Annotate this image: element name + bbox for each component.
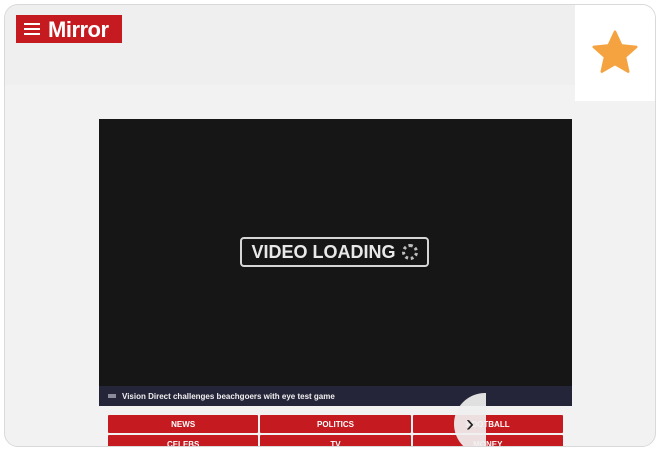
caption-icon [108,394,116,398]
mirror-logo[interactable]: Mirror [16,15,122,43]
nav-item-football[interactable]: FOOTBALL [412,415,563,433]
nav-item-politics[interactable]: POLITICS [260,415,411,433]
video-loading-badge: VIDEO LOADING [240,237,429,267]
video-loading-text: VIDEO LOADING [251,241,396,262]
logo-text: Mirror [48,17,109,42]
site-header: Mirror [5,5,655,85]
nav-item-celebs[interactable]: CELEBS [108,435,259,446]
nav-item-tv[interactable]: TV [260,435,411,446]
chevron-right-icon: › [466,410,474,437]
nav-item-news[interactable]: NEWS [108,415,259,433]
page-frame: Mirror VIDEO LOADING Vision Direct chall… [4,4,656,447]
section-nav: NEWS POLITICS FOOTBALL CELEBS TV MONEY [108,415,563,446]
video-caption-text: Vision Direct challenges beachgoers with… [122,391,335,401]
star-icon [592,30,638,73]
favorite-button[interactable] [575,5,655,101]
nav-item-money[interactable]: MONEY [412,435,563,446]
video-player[interactable]: VIDEO LOADING Vision Direct challenges b… [99,119,572,406]
video-caption-bar[interactable]: Vision Direct challenges beachgoers with… [99,386,572,406]
hamburger-menu-icon[interactable] [24,23,40,35]
loading-spinner-icon [401,244,418,260]
